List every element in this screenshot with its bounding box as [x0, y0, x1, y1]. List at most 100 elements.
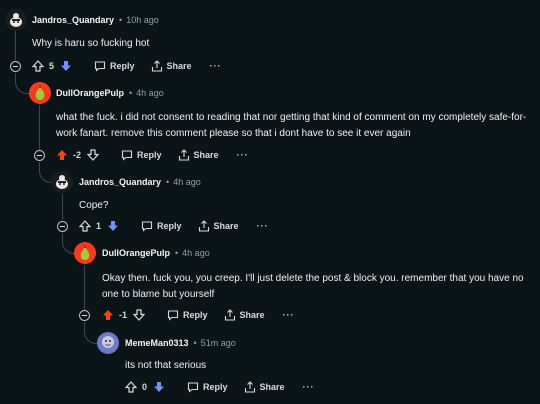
- comment-meta: Jandros_Quandary • 10h ago: [32, 15, 159, 25]
- share-label: Share: [193, 150, 219, 160]
- reply-button[interactable]: Reply: [121, 149, 162, 161]
- reply-label: Reply: [203, 382, 228, 392]
- vote-count: -2: [73, 150, 82, 160]
- avatar[interactable]: [51, 171, 73, 193]
- share-icon: [178, 149, 189, 161]
- upvote-icon[interactable]: [56, 149, 68, 161]
- thread-line-level2: [39, 105, 40, 150]
- separator-dot: •: [166, 177, 170, 187]
- reply-label: Reply: [137, 150, 162, 160]
- comment-text: its not that serious: [125, 360, 207, 371]
- thread-line-root: [15, 30, 16, 60]
- more-icon[interactable]: ···: [283, 310, 295, 320]
- avatar-snoo-icon: [56, 175, 68, 189]
- share-button[interactable]: Share: [224, 309, 265, 321]
- separator-dot: •: [193, 338, 197, 348]
- timestamp[interactable]: 4h ago: [182, 248, 210, 258]
- comment-actions: 1 Reply Share ···: [79, 218, 269, 234]
- comment-text: Okay then. fuck you, you creep. I'll jus…: [102, 273, 524, 300]
- share-button[interactable]: Share: [198, 220, 239, 232]
- reply-icon: [94, 61, 106, 72]
- more-icon[interactable]: ···: [257, 221, 269, 231]
- collapse-icon[interactable]: [57, 221, 68, 232]
- comment-meta: Jandros_Quandary • 4h ago: [79, 177, 201, 187]
- downvote-icon[interactable]: [153, 381, 165, 393]
- share-icon: [151, 60, 162, 72]
- share-icon: [244, 381, 255, 393]
- avatar[interactable]: [5, 9, 27, 31]
- vote-count: 5: [49, 61, 55, 71]
- upvote-icon[interactable]: [102, 309, 114, 321]
- share-button[interactable]: Share: [178, 149, 219, 161]
- comment-text: what the fuck. i did not consent to read…: [56, 112, 527, 139]
- thread-connector: [15, 73, 30, 94]
- separator-dot: •: [129, 88, 133, 98]
- reply-icon: [187, 382, 199, 393]
- vote-count: 1: [96, 221, 102, 231]
- share-icon: [198, 220, 209, 232]
- comment-actions: -1 Reply Share ···: [102, 307, 295, 323]
- share-icon: [224, 309, 235, 321]
- username[interactable]: Jandros_Quandary: [79, 177, 161, 187]
- avatar[interactable]: [29, 82, 51, 104]
- thread-connector: [62, 233, 75, 254]
- upvote-icon[interactable]: [79, 220, 91, 232]
- timestamp[interactable]: 4h ago: [173, 177, 201, 187]
- upvote-icon[interactable]: [125, 381, 137, 393]
- collapse-icon[interactable]: [10, 61, 21, 72]
- downvote-icon[interactable]: [107, 220, 119, 232]
- thread-line-level3: [62, 194, 63, 220]
- comment-text: Cope?: [79, 200, 109, 211]
- more-icon[interactable]: ···: [237, 150, 249, 160]
- collapse-icon[interactable]: [79, 310, 90, 321]
- comment-meta: DullOrangePulp • 4h ago: [56, 88, 164, 98]
- share-label: Share: [259, 382, 285, 392]
- vote-count: -1: [119, 310, 128, 320]
- timestamp[interactable]: 10h ago: [126, 15, 159, 25]
- share-label: Share: [166, 61, 192, 71]
- comment-actions: -2 Reply Share ···: [56, 147, 249, 163]
- collapse-icon[interactable]: [34, 150, 45, 161]
- comment-meta: MemeMan0313 • 51m ago: [125, 338, 236, 348]
- reply-icon: [141, 221, 153, 232]
- username[interactable]: DullOrangePulp: [56, 88, 124, 98]
- separator-dot: •: [119, 15, 123, 25]
- reply-button[interactable]: Reply: [141, 220, 182, 232]
- more-icon[interactable]: ···: [303, 382, 315, 392]
- avatar[interactable]: [97, 332, 119, 354]
- upvote-icon[interactable]: [32, 60, 44, 72]
- share-button[interactable]: Share: [151, 60, 192, 72]
- reply-label: Reply: [110, 61, 135, 71]
- share-label: Share: [213, 221, 239, 231]
- username[interactable]: DullOrangePulp: [102, 248, 170, 258]
- reply-icon: [167, 310, 179, 321]
- thread-connector: [39, 162, 52, 183]
- thread-line-level4: [84, 265, 85, 310]
- avatar-face-icon: [102, 336, 114, 348]
- avatar[interactable]: [74, 242, 96, 264]
- avatar-pear-icon: [80, 245, 90, 260]
- downvote-icon[interactable]: [87, 149, 100, 161]
- share-label: Share: [239, 310, 265, 320]
- thread-connector: [84, 322, 97, 344]
- separator-dot: •: [175, 248, 179, 258]
- avatar-pear-icon: [35, 85, 45, 100]
- reply-icon: [121, 150, 133, 161]
- vote-count: 0: [142, 382, 148, 392]
- reply-button[interactable]: Reply: [187, 381, 228, 393]
- timestamp[interactable]: 51m ago: [201, 338, 236, 348]
- username[interactable]: Jandros_Quandary: [32, 15, 114, 25]
- timestamp[interactable]: 4h ago: [136, 88, 164, 98]
- reply-button[interactable]: Reply: [167, 309, 208, 321]
- more-icon[interactable]: ···: [210, 61, 222, 71]
- username[interactable]: MemeMan0313: [125, 338, 189, 348]
- downvote-icon[interactable]: [133, 309, 146, 321]
- reply-label: Reply: [157, 221, 182, 231]
- reply-label: Reply: [183, 310, 208, 320]
- comment-actions: 5 Reply Share ···: [32, 58, 222, 74]
- comment-text: Why is haru so fucking hot: [32, 38, 150, 49]
- downvote-icon[interactable]: [60, 60, 72, 72]
- share-button[interactable]: Share: [244, 381, 285, 393]
- reply-button[interactable]: Reply: [94, 60, 135, 72]
- comment-meta: DullOrangePulp • 4h ago: [102, 248, 210, 258]
